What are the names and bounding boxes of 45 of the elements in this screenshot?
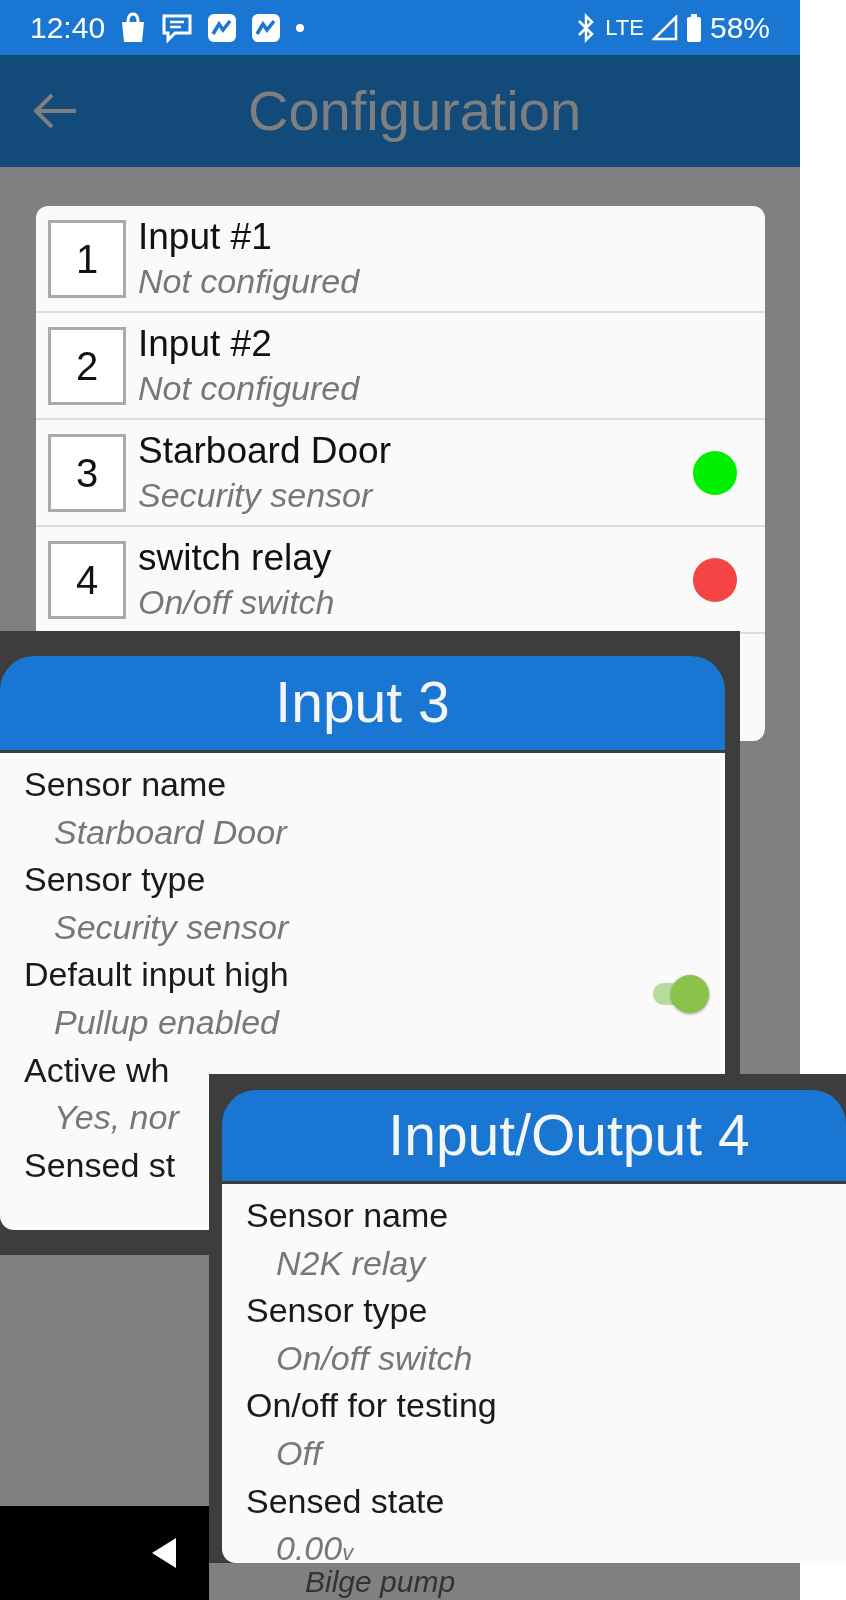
item-subtitle: Bilge pump — [305, 1565, 456, 1598]
field-label: Sensed st — [24, 1144, 176, 1186]
battery-icon — [685, 13, 702, 42]
back-icon[interactable] — [150, 1536, 178, 1570]
item-title: Input #2 — [138, 322, 273, 367]
clock-text: 12:40 — [30, 10, 106, 46]
field-label: Sensor type — [246, 1290, 428, 1332]
field-label: Active wh — [24, 1049, 170, 1091]
item-title: switch relay — [138, 536, 333, 581]
field-value: On/off switch — [276, 1337, 473, 1379]
dot-icon — [295, 22, 306, 33]
list-item[interactable]: 3 Starboard Door Security sensor — [36, 420, 765, 527]
item-subtitle: On/off switch — [138, 582, 336, 624]
chart-app-icon — [207, 12, 238, 43]
field-value: Security sensor — [54, 906, 289, 948]
number-label: 4 — [48, 540, 126, 619]
field-value: Pullup enabled — [54, 1001, 279, 1043]
item-title: Starboard Door — [138, 429, 392, 474]
chat-icon — [161, 12, 194, 43]
field-label: Default input high — [24, 954, 289, 996]
number-label: 1 — [48, 219, 126, 298]
item-subtitle: Security sensor — [138, 475, 375, 517]
field-label: Sensor name — [24, 764, 227, 805]
number-label: 2 — [48, 326, 126, 405]
field-label: Sensor type — [24, 859, 206, 901]
signal-icon — [651, 14, 678, 41]
field-value: Starboard Door — [54, 811, 287, 853]
field-label: On/off for testing — [246, 1385, 497, 1427]
network-type-text: LTE — [605, 14, 644, 42]
list-item[interactable]: 2 Input #2 Not configured — [36, 313, 765, 420]
number-label: 3 — [48, 433, 126, 512]
field-label: Sensor name — [246, 1195, 449, 1236]
item-subtitle: Not configured — [138, 368, 361, 410]
field-value: N2K relay — [276, 1242, 426, 1284]
field-label: Sensed state — [246, 1480, 445, 1522]
dialog-title: Input/Output 4 — [388, 1101, 750, 1169]
item-title: Input #1 — [138, 215, 273, 260]
app-bar-title: Configuration — [248, 78, 582, 144]
chart-app-icon — [251, 12, 282, 43]
list-item[interactable]: 1 Input #1 Not configured — [36, 206, 765, 313]
item-subtitle: Not configured — [138, 261, 361, 303]
field-value: Yes, nor — [54, 1097, 179, 1139]
toggle-switch[interactable] — [653, 973, 709, 1014]
dialog-title: Input 3 — [275, 669, 450, 737]
battery-percent-text: 58% — [709, 10, 770, 46]
